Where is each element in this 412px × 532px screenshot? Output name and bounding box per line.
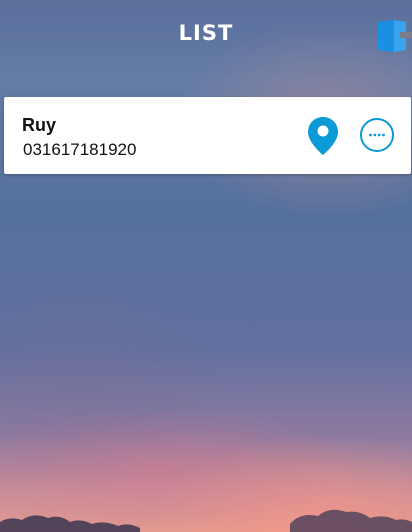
contact-name: Ruy	[22, 115, 57, 135]
contact-phone: 031617181920	[23, 140, 137, 159]
exit-door-icon[interactable]	[374, 18, 412, 56]
page-title: LIST	[178, 21, 234, 45]
app-screen: { "header": { "title": "LIST", "exit_ico…	[0, 0, 412, 532]
contact-card[interactable]: Ruy 031617181920	[4, 97, 411, 174]
background-clouds	[0, 509, 412, 532]
more-options-icon[interactable]	[359, 117, 395, 153]
location-pin-icon[interactable]	[306, 116, 340, 156]
